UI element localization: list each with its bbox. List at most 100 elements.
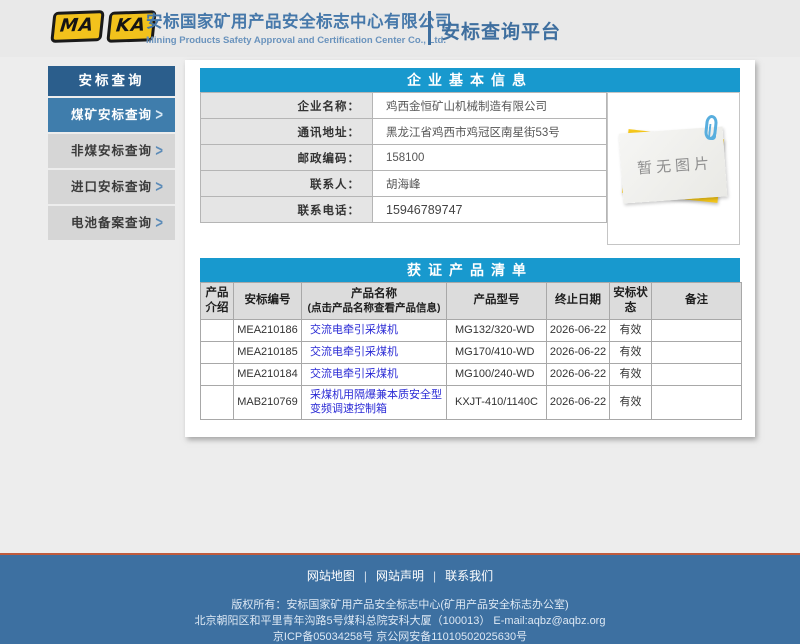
- sidebar-item-battery-query[interactable]: 电池备案查询 >: [48, 206, 175, 240]
- copyright-line-1: 版权所有：安标国家矿用产品安全标志中心(矿用产品安全标志办公室): [0, 597, 800, 613]
- cell-product-name: 采煤机用隔爆兼本质安全型变频调速控制箱: [302, 385, 447, 420]
- table-row: MEA210186 交流电牵引采煤机 MG132/320-WD 2026-06-…: [201, 319, 742, 341]
- cell-model: KXJT-410/1140C: [447, 385, 547, 420]
- table-row: 通讯地址： 黑龙江省鸡西市鸡冠区南星街53号: [201, 119, 607, 145]
- footer-separator: |: [364, 569, 367, 583]
- product-list-title: 获证产品清单: [200, 258, 740, 282]
- cell-intro: [201, 385, 234, 420]
- org-name-cn: 安标国家矿用产品安全标志中心有限公司: [146, 8, 452, 32]
- field-value-postcode: 158100: [373, 145, 607, 171]
- cell-cert-no: MEA210184: [234, 363, 302, 385]
- cell-intro: [201, 363, 234, 385]
- cell-cert-no: MEA210185: [234, 341, 302, 363]
- page-footer: 网站地图 | 网站声明 | 联系我们 版权所有：安标国家矿用产品安全标志中心(矿用产品安…: [0, 555, 800, 644]
- product-name-link[interactable]: 采煤机用隔爆兼本质安全型变频调速控制箱: [310, 389, 442, 415]
- table-row: 邮政编码： 158100: [201, 145, 607, 171]
- enterprise-info-title: 企业基本信息: [200, 68, 740, 92]
- cell-status: 有效: [610, 385, 652, 420]
- cell-cert-no: MEA210186: [234, 319, 302, 341]
- col-name-sub: (点击产品名称查看产品信息): [304, 302, 444, 316]
- org-title-block: 安标国家矿用产品安全标志中心有限公司 Mining Products Safet…: [146, 8, 452, 46]
- table-row: MEA210185 交流电牵引采煤机 MG170/410-WD 2026-06-…: [201, 341, 742, 363]
- cell-intro: [201, 319, 234, 341]
- table-row: 联系电话： 15946789747: [201, 197, 607, 223]
- cell-remark: [652, 319, 742, 341]
- col-name: 产品名称 (点击产品名称查看产品信息): [302, 283, 447, 320]
- footer-copyright: 版权所有：安标国家矿用产品安全标志中心(矿用产品安全标志办公室) 北京朝阳区和平…: [0, 597, 800, 644]
- product-list-table: 产品介绍 安标编号 产品名称 (点击产品名称查看产品信息) 产品型号 终止日期 安…: [200, 282, 742, 420]
- field-label-company-name: 企业名称：: [201, 93, 373, 119]
- col-cert-no: 安标编号: [234, 283, 302, 320]
- cell-model: MG170/410-WD: [447, 341, 547, 363]
- col-name-main: 产品名称: [351, 288, 397, 300]
- cell-expiry: 2026-06-22: [547, 385, 610, 420]
- sidebar-item-label: 电池备案查询: [71, 216, 152, 230]
- cell-cert-no: MAB210769: [234, 385, 302, 420]
- field-value-company-name: 鸡西金恒矿山机械制造有限公司: [373, 93, 607, 119]
- product-image-box: 暂无图片: [607, 92, 740, 245]
- cell-status: 有效: [610, 319, 652, 341]
- enterprise-info-table: 企业名称： 鸡西金恒矿山机械制造有限公司 通讯地址： 黑龙江省鸡西市鸡冠区南星街…: [200, 92, 607, 223]
- logo-ma-icon: MA: [50, 10, 104, 43]
- col-intro: 产品介绍: [201, 283, 234, 320]
- header-divider: [428, 11, 431, 45]
- col-expiry: 终止日期: [547, 283, 610, 320]
- sidebar-item-import-query[interactable]: 进口安标查询 >: [48, 170, 175, 204]
- cell-expiry: 2026-06-22: [547, 363, 610, 385]
- maka-logo: MA KA: [52, 11, 155, 42]
- cell-model: MG132/320-WD: [447, 319, 547, 341]
- footer-separator: |: [433, 569, 436, 583]
- table-row: 企业名称： 鸡西金恒矿山机械制造有限公司: [201, 93, 607, 119]
- sidebar: 安标查询 煤矿安标查询 > 非煤安标查询 > 进口安标查询 > 电池备案查询 >: [48, 66, 175, 242]
- product-name-link[interactable]: 交流电牵引采煤机: [310, 346, 398, 358]
- table-header-row: 产品介绍 安标编号 产品名称 (点击产品名称查看产品信息) 产品型号 终止日期 安…: [201, 283, 742, 320]
- copyright-line-3: 京ICP备05034258号 京公网安备11010502025630号: [0, 629, 800, 644]
- chevron-right-icon: >: [155, 201, 164, 245]
- cell-remark: [652, 363, 742, 385]
- table-row: MEA210184 交流电牵引采煤机 MG100/240-WD 2026-06-…: [201, 363, 742, 385]
- app-root: MA KA 安标国家矿用产品安全标志中心有限公司 Mining Products…: [0, 0, 800, 644]
- field-value-contact: 胡海峰: [373, 171, 607, 197]
- field-label-address: 通讯地址：: [201, 119, 373, 145]
- footer-link-statement[interactable]: 网站声明: [376, 569, 424, 583]
- field-label-postcode: 邮政编码：: [201, 145, 373, 171]
- footer-links: 网站地图 | 网站声明 | 联系我们: [0, 555, 800, 584]
- cell-expiry: 2026-06-22: [547, 341, 610, 363]
- col-status: 安标状态: [610, 283, 652, 320]
- cell-status: 有效: [610, 363, 652, 385]
- col-remark: 备注: [652, 283, 742, 320]
- product-name-link[interactable]: 交流电牵引采煤机: [310, 324, 398, 336]
- field-value-phone: 15946789747: [373, 197, 607, 223]
- no-image-text: 暂无图片: [632, 152, 713, 179]
- cell-remark: [652, 385, 742, 420]
- sidebar-item-noncoal-query[interactable]: 非煤安标查询 >: [48, 134, 175, 168]
- table-row: 联系人： 胡海峰: [201, 171, 607, 197]
- sidebar-item-label: 煤矿安标查询: [71, 108, 152, 122]
- footer-link-sitemap[interactable]: 网站地图: [307, 569, 355, 583]
- table-row: MAB210769 采煤机用隔爆兼本质安全型变频调速控制箱 KXJT-410/1…: [201, 385, 742, 420]
- cell-product-name: 交流电牵引采煤机: [302, 341, 447, 363]
- sidebar-item-coal-query[interactable]: 煤矿安标查询 >: [48, 98, 175, 132]
- sidebar-header: 安标查询: [48, 66, 175, 96]
- no-image-placeholder: 暂无图片: [608, 93, 739, 244]
- cell-product-name: 交流电牵引采煤机: [302, 363, 447, 385]
- sidebar-item-label: 进口安标查询: [71, 180, 152, 194]
- col-model: 产品型号: [447, 283, 547, 320]
- platform-title: 安标查询平台: [441, 17, 561, 44]
- cell-intro: [201, 341, 234, 363]
- cell-remark: [652, 341, 742, 363]
- cell-status: 有效: [610, 341, 652, 363]
- content-panel: 企业基本信息 企业名称： 鸡西金恒矿山机械制造有限公司 通讯地址： 黑龙江省鸡西…: [185, 60, 755, 437]
- page-header: MA KA 安标国家矿用产品安全标志中心有限公司 Mining Products…: [0, 0, 800, 57]
- cell-model: MG100/240-WD: [447, 363, 547, 385]
- copyright-line-2: 北京朝阳区和平里青年沟路5号煤科总院安科大厦（100013） E-mail:aq…: [0, 613, 800, 629]
- org-name-en: Mining Products Safety Approval and Cert…: [146, 35, 452, 46]
- cell-product-name: 交流电牵引采煤机: [302, 319, 447, 341]
- footer-link-contact[interactable]: 联系我们: [445, 569, 493, 583]
- product-name-link[interactable]: 交流电牵引采煤机: [310, 368, 398, 380]
- sidebar-item-label: 非煤安标查询: [71, 144, 152, 158]
- cell-expiry: 2026-06-22: [547, 319, 610, 341]
- field-value-address: 黑龙江省鸡西市鸡冠区南星街53号: [373, 119, 607, 145]
- field-label-phone: 联系电话：: [201, 197, 373, 223]
- field-label-contact: 联系人：: [201, 171, 373, 197]
